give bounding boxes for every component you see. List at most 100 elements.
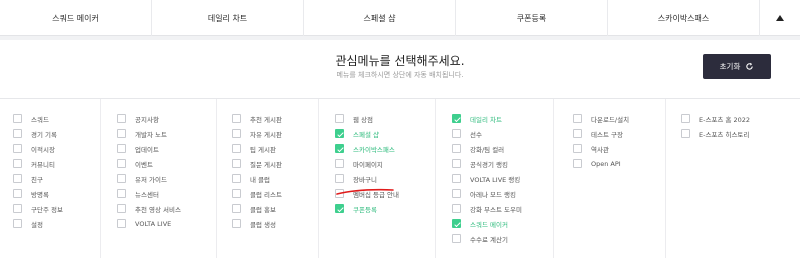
menu-item-checkbox[interactable]: 내 클럽: [232, 171, 318, 186]
checkbox-icon[interactable]: [117, 144, 126, 153]
menu-item-checkbox[interactable]: 팁 게시판: [232, 141, 318, 156]
checkbox-icon[interactable]: [13, 159, 22, 168]
menu-item-checkbox[interactable]: 구단주 정보: [13, 201, 100, 216]
menu-item-checkbox[interactable]: 공식경기 랭킹: [452, 156, 553, 171]
menu-item-checkbox[interactable]: 자유 게시판: [232, 126, 318, 141]
checkbox-icon[interactable]: [573, 144, 582, 153]
checkbox-checked-icon[interactable]: [452, 114, 461, 123]
checkbox-checked-icon[interactable]: [452, 219, 461, 228]
menu-item-checkbox[interactable]: 업데이트: [117, 141, 216, 156]
menu-item-checkbox[interactable]: 쿠폰등록: [335, 201, 435, 216]
checkbox-icon[interactable]: [117, 174, 126, 183]
checkbox-icon[interactable]: [452, 144, 461, 153]
menu-item-checkbox[interactable]: VOLTA LIVE 랭킹: [452, 171, 553, 186]
menu-item-label: 뉴스센터: [135, 190, 159, 199]
nav-tab-squad-maker[interactable]: 스쿼드 메이커: [0, 0, 152, 36]
menu-item-checkbox[interactable]: 이적시장: [13, 141, 100, 156]
checkbox-icon[interactable]: [117, 219, 126, 228]
menu-item-checkbox[interactable]: 스페셜 샵: [335, 126, 435, 141]
reset-button[interactable]: 초기화: [703, 54, 771, 79]
checkbox-icon[interactable]: [335, 114, 344, 123]
menu-item-checkbox[interactable]: 다운로드/설치: [573, 111, 665, 126]
nav-tab-coupon[interactable]: 쿠폰등록: [456, 0, 608, 36]
menu-item-checkbox[interactable]: 공지사항: [117, 111, 216, 126]
checkbox-icon[interactable]: [13, 204, 22, 213]
menu-item-checkbox[interactable]: 강화 부스트 도우미: [452, 201, 553, 216]
menu-item-checkbox[interactable]: 질문 게시판: [232, 156, 318, 171]
nav-tab-daily-chart[interactable]: 데일리 차트: [152, 0, 304, 36]
checkbox-icon[interactable]: [13, 189, 22, 198]
nav-tab-skybox-pass[interactable]: 스카이박스패스: [608, 0, 760, 36]
checkbox-icon[interactable]: [117, 129, 126, 138]
checkbox-checked-icon[interactable]: [335, 129, 344, 138]
menu-item-checkbox[interactable]: 뉴스센터: [117, 186, 216, 201]
checkbox-icon[interactable]: [13, 174, 22, 183]
checkbox-icon[interactable]: [681, 129, 690, 138]
menu-item-checkbox[interactable]: Open API: [573, 156, 665, 171]
checkbox-icon[interactable]: [335, 159, 344, 168]
checkbox-icon[interactable]: [117, 204, 126, 213]
menu-item-checkbox[interactable]: 스쿼드: [13, 111, 100, 126]
menu-item-checkbox[interactable]: 클럽 홍보: [232, 201, 318, 216]
checkbox-icon[interactable]: [681, 114, 690, 123]
menu-item-label: 질문 게시판: [250, 160, 282, 169]
menu-item-checkbox[interactable]: 추천 영상 서비스: [117, 201, 216, 216]
checkbox-icon[interactable]: [232, 129, 241, 138]
checkbox-icon[interactable]: [117, 159, 126, 168]
menu-item-checkbox[interactable]: 추천 게시판: [232, 111, 318, 126]
menu-item-checkbox[interactable]: 경기 기록: [13, 126, 100, 141]
checkbox-icon[interactable]: [452, 204, 461, 213]
checkbox-icon[interactable]: [13, 219, 22, 228]
menu-item-checkbox[interactable]: 웹 상점: [335, 111, 435, 126]
menu-item-checkbox[interactable]: 클럽 생성: [232, 216, 318, 231]
menu-item-checkbox[interactable]: 스카이박스패스: [335, 141, 435, 156]
menu-item-checkbox[interactable]: 데일리 차트: [452, 111, 553, 126]
menu-item-checkbox[interactable]: 이벤트: [117, 156, 216, 171]
checkbox-icon[interactable]: [573, 159, 582, 168]
checkbox-icon[interactable]: [232, 159, 241, 168]
checkbox-icon[interactable]: [452, 234, 461, 243]
menu-item-checkbox[interactable]: E-스포츠 히스토리: [681, 126, 800, 141]
menu-item-checkbox[interactable]: 강화/팀 컬러: [452, 141, 553, 156]
menu-item-checkbox[interactable]: 개발자 노트: [117, 126, 216, 141]
menu-item-checkbox[interactable]: 친구: [13, 171, 100, 186]
checkbox-icon[interactable]: [13, 144, 22, 153]
menu-item-checkbox[interactable]: E-스포츠 홈 2022: [681, 111, 800, 126]
menu-item-checkbox[interactable]: VOLTA LIVE: [117, 216, 216, 231]
menu-item-checkbox[interactable]: 방명록: [13, 186, 100, 201]
checkbox-icon[interactable]: [452, 189, 461, 198]
checkbox-icon[interactable]: [117, 114, 126, 123]
checkbox-checked-icon[interactable]: [335, 204, 344, 213]
checkbox-icon[interactable]: [573, 114, 582, 123]
checkbox-icon[interactable]: [452, 159, 461, 168]
menu-item-checkbox[interactable]: 커뮤니티: [13, 156, 100, 171]
menu-item-checkbox[interactable]: 클럽 리스트: [232, 186, 318, 201]
checkbox-icon[interactable]: [573, 129, 582, 138]
menu-item-checkbox[interactable]: 설정: [13, 216, 100, 231]
menu-item-checkbox[interactable]: 테스트 구장: [573, 126, 665, 141]
menu-item-checkbox[interactable]: 스쿼드 메이커: [452, 216, 553, 231]
checkbox-icon[interactable]: [232, 219, 241, 228]
checkbox-icon[interactable]: [232, 174, 241, 183]
checkbox-icon[interactable]: [117, 189, 126, 198]
checkbox-icon[interactable]: [232, 204, 241, 213]
checkbox-icon[interactable]: [232, 189, 241, 198]
menu-item-checkbox[interactable]: 아레나 모드 랭킹: [452, 186, 553, 201]
collapse-menu-button[interactable]: [760, 0, 800, 36]
checkbox-icon[interactable]: [452, 129, 461, 138]
menu-item-checkbox[interactable]: 마이페이지: [335, 156, 435, 171]
menu-item-checkbox[interactable]: 역사관: [573, 141, 665, 156]
menu-item-checkbox[interactable]: 장바구니: [335, 171, 435, 186]
nav-tab-special-shop[interactable]: 스페셜 샵: [304, 0, 456, 36]
checkbox-icon[interactable]: [232, 114, 241, 123]
checkbox-icon[interactable]: [13, 129, 22, 138]
menu-column: 추천 게시판 자유 게시판 팁 게시판질문 게시판내 클럽 클럽 리스트 클럽 홍보 클럽…: [217, 99, 319, 258]
checkbox-icon[interactable]: [335, 174, 344, 183]
menu-item-checkbox[interactable]: 수수료 계산기: [452, 231, 553, 246]
menu-item-checkbox[interactable]: 유저 가이드: [117, 171, 216, 186]
checkbox-icon[interactable]: [452, 174, 461, 183]
checkbox-checked-icon[interactable]: [335, 144, 344, 153]
checkbox-icon[interactable]: [232, 144, 241, 153]
checkbox-icon[interactable]: [13, 114, 22, 123]
menu-item-checkbox[interactable]: 선수: [452, 126, 553, 141]
